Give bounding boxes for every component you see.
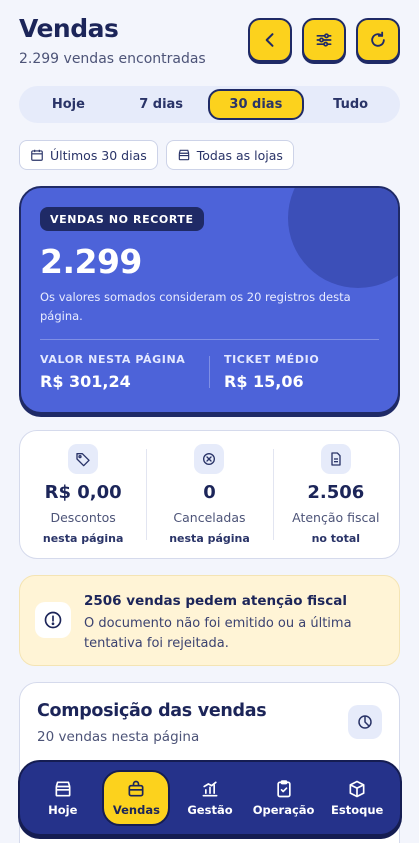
tab-7-dias[interactable]: 7 dias xyxy=(115,89,208,120)
stat-value: 2.506 xyxy=(307,482,365,503)
period-filter-chip[interactable]: Últimos 30 dias xyxy=(19,140,158,170)
nav-label: Vendas xyxy=(112,803,160,817)
fiscal-alert[interactable]: 2506 vendas pedem atenção fiscal O docum… xyxy=(19,575,400,666)
tab-hoje[interactable]: Hoje xyxy=(22,89,115,120)
nav-label: Operação xyxy=(252,803,315,817)
ticket-block: TICKET MÉDIO R$ 15,06 xyxy=(224,353,319,391)
summary-description: Os valores somados consideram os 20 regi… xyxy=(40,290,351,323)
page-value-block: VALOR NESTA PÁGINA R$ 301,24 xyxy=(40,353,185,391)
tab-tudo[interactable]: Tudo xyxy=(304,89,397,120)
nav-item-gestao[interactable]: Gestão xyxy=(176,770,244,826)
stat-sub: nesta página xyxy=(42,532,124,545)
ticket-label: TICKET MÉDIO xyxy=(224,353,320,366)
refresh-button[interactable] xyxy=(356,18,400,62)
clipboard-icon xyxy=(276,780,291,798)
sales-count: 2.299 xyxy=(40,242,142,281)
page-header: Vendas 2.299 vendas encontradas xyxy=(19,14,206,67)
results-count: 2.299 vendas encontradas xyxy=(19,51,206,67)
stat-label: Atenção fiscal xyxy=(292,510,380,525)
page-title: Vendas xyxy=(19,14,119,43)
stat-sub: no total xyxy=(311,532,361,545)
pie-chart-button[interactable] xyxy=(348,705,382,739)
filter-chips: Últimos 30 dias Todas as lojas xyxy=(19,140,294,170)
nav-label: Estoque xyxy=(331,803,384,817)
summary-badge: VENDAS NO RECORTE xyxy=(40,207,204,231)
back-icon xyxy=(265,33,274,47)
document-icon xyxy=(320,444,351,474)
store-icon xyxy=(178,149,190,161)
nav-label: Gestão xyxy=(187,803,233,817)
calendar-icon xyxy=(31,149,43,161)
page-value-label: VALOR NESTA PÁGINA xyxy=(40,353,186,366)
nav-label: Hoje xyxy=(48,803,78,817)
sales-summary-card: VENDAS NO RECORTE 2.299 Os valores somad… xyxy=(19,186,400,414)
nav-item-hoje[interactable]: Hoje xyxy=(29,770,97,826)
nav-item-vendas[interactable]: Vendas xyxy=(102,770,171,826)
cancel-icon xyxy=(194,444,225,474)
tab-30-dias[interactable]: 30 dias xyxy=(207,89,305,120)
filters-button[interactable] xyxy=(302,18,346,62)
divider xyxy=(40,339,379,340)
alert-title: 2506 vendas pedem atenção fiscal xyxy=(84,593,347,609)
stat-cancelled: 0 Canceladas nesta página xyxy=(146,431,272,558)
stat-discounts: R$ 0,00 Descontos nesta página xyxy=(20,431,146,558)
bottom-nav: Hoje Vendas Gestão Operação Estoque xyxy=(18,760,402,836)
composition-subtitle: 20 vendas nesta página xyxy=(37,729,200,745)
page-value: R$ 301,24 xyxy=(40,372,131,391)
store-filter-chip[interactable]: Todas as lojas xyxy=(165,140,294,170)
period-selector: Hoje 7 dias 30 dias Tudo xyxy=(19,86,400,123)
back-button[interactable] xyxy=(248,18,292,62)
nav-item-estoque[interactable]: Estoque xyxy=(323,770,391,826)
period-filter-label: Últimos 30 dias xyxy=(50,147,147,163)
composition-title: Composição das vendas xyxy=(37,701,267,721)
stat-value: 0 xyxy=(203,482,216,503)
pie-chart-icon xyxy=(358,715,372,729)
header-actions xyxy=(248,18,400,62)
store-icon xyxy=(55,781,71,797)
filters-icon xyxy=(316,33,332,47)
stats-card: R$ 0,00 Descontos nesta página 0 Cancela… xyxy=(19,430,400,559)
store-filter-label: Todas as lojas xyxy=(196,147,283,163)
box-icon xyxy=(349,780,365,798)
stat-fiscal: 2.506 Atenção fiscal no total xyxy=(272,431,399,558)
tag-icon xyxy=(68,444,99,474)
alert-text: O documento não foi emitido ou a última … xyxy=(84,616,352,651)
nav-item-operacao[interactable]: Operação xyxy=(250,770,318,826)
refresh-icon xyxy=(371,31,385,47)
chart-icon xyxy=(202,781,218,797)
stat-label: Canceladas xyxy=(173,510,246,525)
ticket-value: R$ 15,06 xyxy=(224,372,304,391)
decorative-circle xyxy=(288,188,398,288)
stat-value: R$ 0,00 xyxy=(44,482,122,503)
bag-icon xyxy=(128,780,144,797)
stat-label: Descontos xyxy=(50,510,116,525)
divider xyxy=(209,356,210,388)
stat-sub: nesta página xyxy=(169,532,250,545)
warning-icon xyxy=(35,602,71,638)
